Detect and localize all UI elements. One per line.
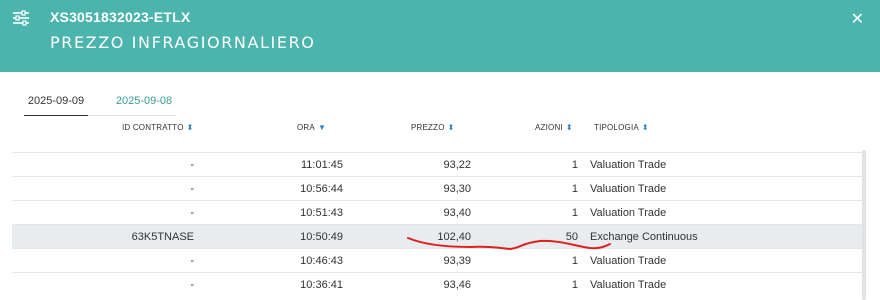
col-header-label: PREZZO [411, 123, 445, 132]
table-row[interactable]: - 10:36:41 93,46 1 Valuation Trade [12, 272, 864, 297]
cell-prezzo: 93,39 [443, 255, 471, 267]
tab-date-1[interactable]: 2025-09-09 [24, 95, 88, 107]
sort-updown-icon[interactable]: ⬍ [566, 123, 573, 132]
cell-tipologia: Exchange Continuous [590, 231, 698, 243]
cell-ora: 10:51:43 [300, 207, 343, 219]
cell-prezzo: 102,40 [437, 231, 471, 243]
col-header-id-contratto[interactable]: ID CONTRATTO ⬍ [122, 123, 194, 132]
cell-azioni: 1 [571, 279, 578, 291]
active-tab-underline [24, 115, 88, 116]
cell-azioni: 1 [571, 183, 578, 195]
cell-prezzo: 93,22 [443, 159, 471, 171]
sort-updown-icon[interactable]: ⬍ [187, 123, 194, 132]
table-row[interactable]: - 10:46:43 93,39 1 Valuation Trade [12, 248, 864, 273]
col-header-prezzo[interactable]: PREZZO ⬍ [411, 123, 455, 132]
cell-azioni: 50 [565, 231, 578, 243]
tab-divider [88, 115, 176, 116]
modal-title: PREZZO INFRAGIORNALIERO [50, 33, 316, 52]
table-row[interactable]: - 10:56:44 93,30 1 Valuation Trade [12, 176, 864, 201]
instrument-code: XS3051832023-ETLX [50, 9, 191, 25]
cell-tipologia: Valuation Trade [590, 255, 667, 267]
table-row-highlighted[interactable]: 63K5TNASE 10:50:49 102,40 50 Exchange Co… [12, 224, 864, 249]
cell-id-contratto: 63K5TNASE [131, 231, 194, 243]
cell-prezzo: 93,46 [443, 279, 471, 291]
col-header-label: ID CONTRATTO [122, 123, 184, 132]
sort-updown-icon[interactable]: ⬍ [642, 123, 649, 132]
cell-ora: 11:01:45 [300, 159, 343, 171]
tab-date-2[interactable]: 2025-09-08 [106, 95, 182, 107]
col-header-tipologia[interactable]: TIPOLOGIA ⬍ [594, 123, 649, 132]
cell-azioni: 1 [571, 207, 578, 219]
table-scrollbar[interactable] [862, 150, 866, 300]
col-header-label: TIPOLOGIA [594, 123, 639, 132]
cell-id-contratto: - [190, 159, 194, 171]
sort-down-icon[interactable]: ▼ [318, 123, 326, 132]
sort-updown-icon[interactable]: ⬍ [448, 123, 455, 132]
cell-azioni: 1 [571, 159, 578, 171]
cell-id-contratto: - [190, 279, 194, 291]
cell-id-contratto: - [190, 255, 194, 267]
cell-prezzo: 93,40 [443, 207, 471, 219]
filter-sliders-icon[interactable] [12, 10, 30, 26]
cell-azioni: 1 [571, 255, 578, 267]
col-header-azioni[interactable]: AZIONI ⬍ [535, 123, 573, 132]
col-header-label: ORA [297, 123, 315, 132]
cell-tipologia: Valuation Trade [590, 279, 667, 291]
close-icon[interactable]: ✕ [851, 9, 864, 28]
col-header-ora[interactable]: ORA ▼ [297, 123, 326, 132]
cell-ora: 10:36:41 [300, 279, 343, 291]
cell-ora: 10:46:43 [300, 255, 343, 267]
cell-tipologia: Valuation Trade [590, 159, 667, 171]
col-header-label: AZIONI [535, 123, 563, 132]
cell-prezzo: 93,30 [443, 183, 471, 195]
modal-header: XS3051832023-ETLX PREZZO INFRAGIORNALIER… [0, 0, 880, 72]
cell-tipologia: Valuation Trade [590, 183, 667, 195]
cell-id-contratto: - [190, 207, 194, 219]
cell-ora: 10:50:49 [300, 231, 343, 243]
cell-id-contratto: - [190, 183, 194, 195]
cell-ora: 10:56:44 [300, 183, 343, 195]
cell-tipologia: Valuation Trade [590, 207, 667, 219]
table-row[interactable]: - 10:51:43 93,40 1 Valuation Trade [12, 200, 864, 225]
table-row[interactable]: - 11:01:45 93,22 1 Valuation Trade [12, 152, 864, 177]
